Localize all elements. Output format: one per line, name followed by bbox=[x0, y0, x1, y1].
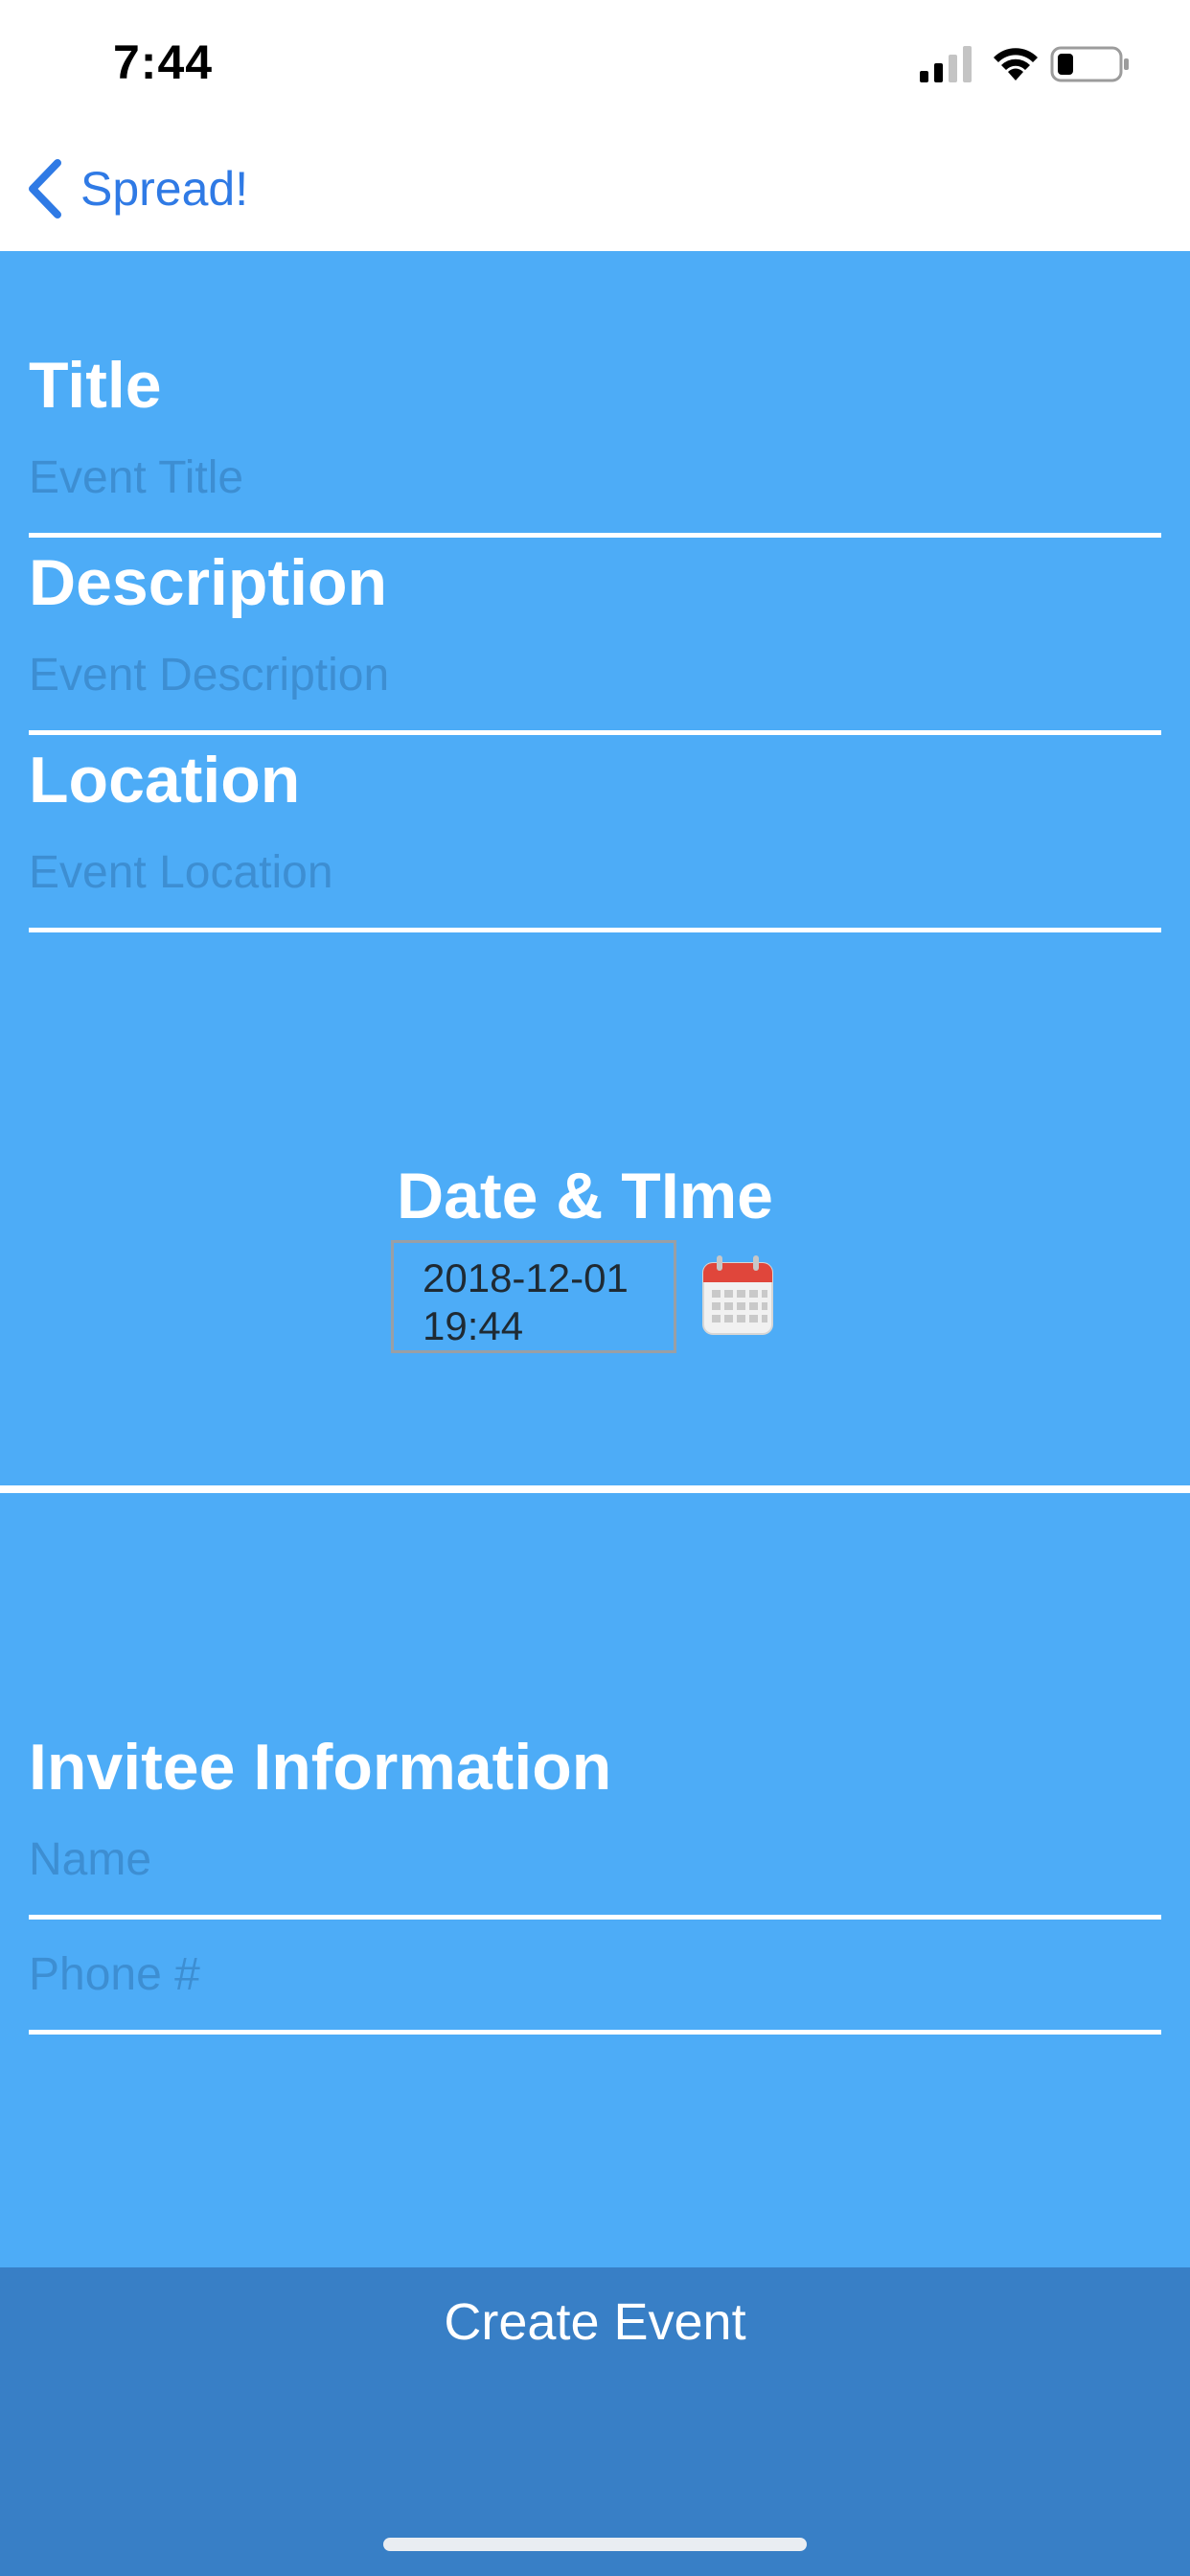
date-value: 2018-12-01 bbox=[423, 1255, 629, 1300]
date-time-field[interactable]: 2018-12-01 19:44 bbox=[391, 1240, 676, 1353]
back-button[interactable]: Spread! bbox=[80, 161, 248, 217]
date-time-label: Date & TIme bbox=[397, 1160, 773, 1232]
location-label: Location bbox=[29, 744, 301, 816]
wifi-icon bbox=[994, 48, 1038, 80]
title-label: Title bbox=[29, 349, 162, 422]
location-underline bbox=[29, 928, 1161, 932]
phone-underline bbox=[29, 2030, 1161, 2035]
invitee-information-heading: Invitee Information bbox=[29, 1731, 612, 1804]
chevron-left-icon[interactable] bbox=[25, 159, 65, 218]
status-time: 7:44 bbox=[113, 35, 214, 89]
calendar-icon[interactable] bbox=[701, 1254, 774, 1336]
time-value: 19:44 bbox=[423, 1303, 524, 1348]
description-label: Description bbox=[29, 546, 388, 619]
event-title-input[interactable] bbox=[29, 448, 1159, 506]
invitee-phone-input[interactable] bbox=[29, 1945, 1159, 2003]
section-divider bbox=[0, 1485, 1190, 1493]
cellular-signal-icon bbox=[920, 46, 972, 82]
event-location-input[interactable] bbox=[29, 843, 1159, 901]
create-event-label: Create Event bbox=[444, 2293, 746, 2351]
home-indicator[interactable] bbox=[383, 2538, 807, 2551]
battery-icon bbox=[1050, 46, 1129, 82]
description-underline bbox=[29, 730, 1161, 735]
name-underline bbox=[29, 1915, 1161, 1920]
title-underline bbox=[29, 533, 1161, 538]
event-description-input[interactable] bbox=[29, 646, 1159, 703]
create-event-button[interactable]: Create Event bbox=[0, 2267, 1190, 2576]
invitee-name-input[interactable] bbox=[29, 1830, 1159, 1888]
